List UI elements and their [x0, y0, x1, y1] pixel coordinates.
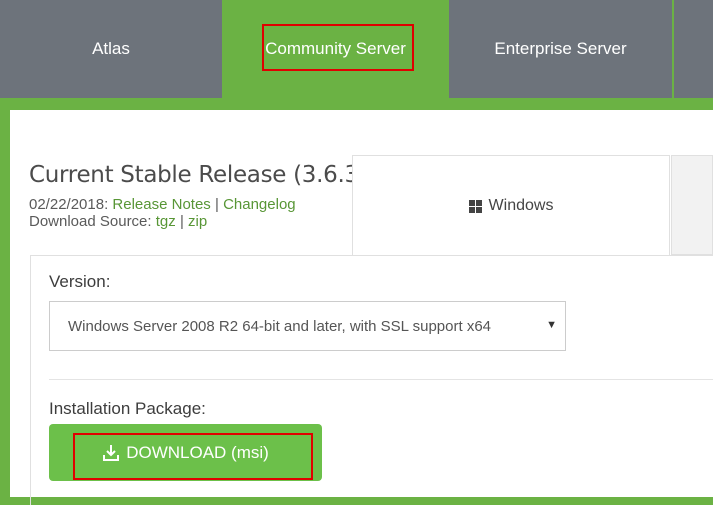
- product-tabs: Atlas Community Server Enterprise Server: [0, 0, 713, 98]
- zip-link[interactable]: zip: [188, 213, 207, 230]
- download-source-label: Download Source:: [29, 213, 152, 230]
- tab-other-os[interactable]: [671, 155, 713, 255]
- tab-community-server[interactable]: Community Server: [224, 0, 447, 98]
- separator: |: [179, 213, 184, 230]
- version-label: Version:: [49, 272, 111, 291]
- tab-windows[interactable]: Windows: [352, 155, 670, 256]
- windows-logo-icon: [468, 199, 482, 213]
- tab-more[interactable]: [674, 0, 713, 98]
- tab-windows-label: Windows: [488, 197, 554, 214]
- changelog-link[interactable]: Changelog: [223, 196, 296, 213]
- download-button[interactable]: DOWNLOAD (msi): [49, 424, 322, 481]
- tab-enterprise-server[interactable]: Enterprise Server: [449, 0, 672, 98]
- release-date: 02/22/2018:: [29, 196, 109, 213]
- download-icon: [102, 444, 120, 462]
- version-select[interactable]: Windows Server 2008 R2 64-bit and later,…: [49, 301, 566, 351]
- version-select-value: Windows Server 2008 R2 64-bit and later,…: [68, 317, 492, 335]
- tab-atlas[interactable]: Atlas: [0, 0, 222, 98]
- release-title: Current Stable Release (3.6.3): [29, 162, 368, 188]
- installation-package-label: Installation Package:: [49, 399, 206, 418]
- release-meta: 02/22/2018: Release Notes | Changelog: [29, 196, 296, 213]
- divider: [49, 379, 713, 380]
- separator: |: [214, 196, 219, 213]
- dropdown-arrow-icon: ▼: [546, 319, 557, 331]
- release-notes-link[interactable]: Release Notes: [112, 196, 210, 213]
- download-source: Download Source: tgz | zip: [29, 213, 207, 230]
- download-button-label: DOWNLOAD (msi): [126, 442, 269, 462]
- download-panel: Current Stable Release (3.6.3) 02/22/201…: [10, 110, 713, 505]
- tgz-link[interactable]: tgz: [156, 213, 176, 230]
